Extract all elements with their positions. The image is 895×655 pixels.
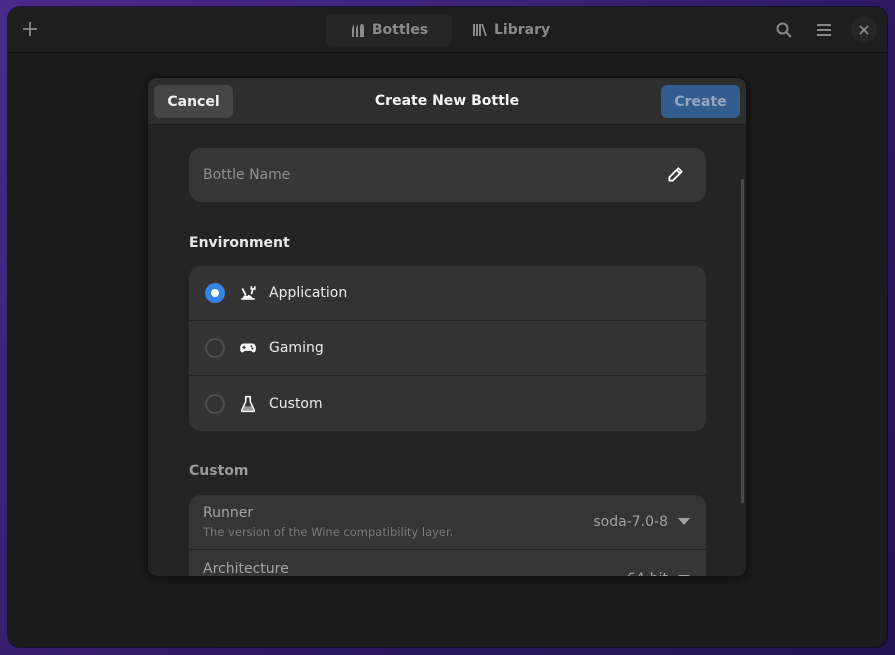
header-bar: Bottles Library [8, 7, 887, 53]
environment-option-custom[interactable]: Custom [189, 376, 706, 431]
runner-value[interactable]: soda-7.0-8 [593, 514, 668, 530]
architecture-title: Architecture [203, 561, 289, 576]
environment-option-gaming[interactable]: Gaming [189, 321, 706, 376]
close-icon [859, 25, 869, 35]
runner-row[interactable]: Runner The version of the Wine compatibi… [189, 495, 706, 550]
pencil-icon[interactable] [666, 166, 684, 184]
custom-settings-list: Runner The version of the Wine compatibi… [189, 495, 706, 576]
environment-label: Application [269, 285, 348, 301]
view-switcher: Bottles Library [326, 14, 570, 46]
runner-subtitle: The version of the Wine compatibility la… [203, 525, 454, 539]
dialog-title: Create New Bottle [374, 93, 520, 109]
close-window-button[interactable] [851, 17, 877, 43]
gamepad-icon [240, 343, 256, 353]
radio-gaming[interactable] [205, 338, 225, 358]
plus-icon [23, 22, 37, 36]
scrollbar[interactable] [741, 179, 744, 503]
architecture-row[interactable]: Architecture 64-bit [189, 550, 706, 576]
dialog-header: Cancel Create New Bottle Create [148, 78, 746, 125]
tab-library[interactable]: Library [456, 14, 570, 46]
environment-heading: Environment [189, 235, 290, 251]
tab-bottles-label: Bottles [371, 22, 429, 38]
application-icon [241, 286, 256, 300]
environment-option-application[interactable]: Application [189, 266, 706, 321]
flask-icon [240, 395, 256, 412]
bottle-name-placeholder: Bottle Name [203, 167, 291, 183]
main-menu-button[interactable] [810, 16, 838, 44]
search-button[interactable] [770, 16, 798, 44]
search-icon [776, 22, 792, 38]
bottles-icon [351, 24, 364, 37]
radio-custom[interactable] [205, 393, 225, 414]
create-bottle-dialog: Cancel Create New Bottle Create Bottle N… [147, 77, 747, 577]
create-button[interactable]: Create [661, 85, 740, 118]
environment-label: Custom [269, 395, 323, 412]
dialog-body: Bottle Name Environment Application Gami… [148, 125, 746, 576]
hamburger-menu-icon [817, 24, 831, 36]
tab-library-label: Library [494, 22, 551, 38]
runner-title: Runner [203, 505, 254, 521]
radio-application[interactable] [205, 283, 225, 303]
library-icon [473, 23, 487, 37]
custom-heading: Custom [189, 463, 249, 479]
bottle-name-field[interactable]: Bottle Name [189, 148, 706, 202]
dropdown-arrow-icon[interactable] [678, 518, 690, 525]
new-bottle-button[interactable] [16, 15, 44, 43]
tab-bottles[interactable]: Bottles [326, 14, 452, 46]
cancel-button[interactable]: Cancel [154, 85, 233, 118]
environment-label: Gaming [269, 340, 324, 356]
dropdown-arrow-icon[interactable] [678, 575, 690, 576]
architecture-value[interactable]: 64-bit [627, 571, 668, 576]
environment-list: Application Gaming Custom [189, 266, 706, 431]
